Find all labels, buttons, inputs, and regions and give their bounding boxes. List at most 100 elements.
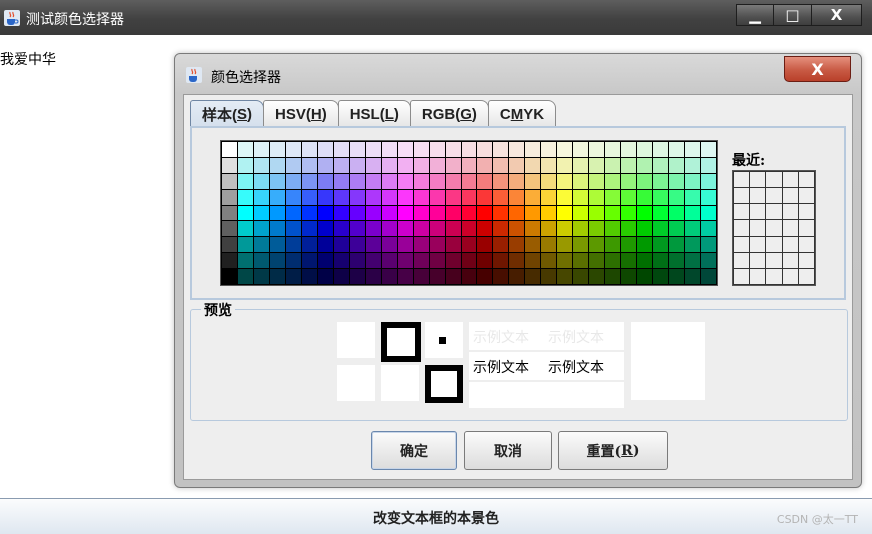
color-swatch[interactable] [461, 173, 477, 189]
color-swatch[interactable] [317, 173, 333, 189]
color-swatch[interactable] [653, 189, 669, 205]
color-swatch[interactable] [669, 237, 685, 253]
color-swatch[interactable] [222, 205, 237, 221]
color-swatch[interactable] [253, 142, 269, 157]
color-swatch[interactable] [445, 237, 461, 253]
color-swatch[interactable] [637, 221, 653, 237]
color-swatch[interactable] [301, 142, 317, 157]
color-swatch[interactable] [445, 173, 461, 189]
recent-swatch[interactable] [782, 204, 798, 220]
color-swatch[interactable] [429, 189, 445, 205]
color-swatch[interactable] [685, 221, 701, 237]
color-swatch[interactable] [222, 173, 237, 189]
color-swatch[interactable] [541, 205, 557, 221]
color-swatch[interactable] [477, 157, 493, 173]
color-swatch[interactable] [605, 157, 621, 173]
color-swatch[interactable] [701, 142, 716, 157]
color-swatch[interactable] [573, 221, 589, 237]
color-swatch[interactable] [605, 253, 621, 269]
color-swatch[interactable] [477, 269, 493, 284]
color-swatch[interactable] [397, 173, 413, 189]
color-swatch[interactable] [445, 221, 461, 237]
color-swatch[interactable] [413, 205, 429, 221]
color-swatch[interactable] [589, 205, 605, 221]
swatch-grid[interactable] [220, 140, 718, 286]
color-swatch[interactable] [573, 253, 589, 269]
color-swatch[interactable] [237, 221, 253, 237]
color-swatch[interactable] [653, 221, 669, 237]
color-swatch[interactable] [653, 253, 669, 269]
dialog-close-button[interactable]: X [784, 56, 851, 82]
color-swatch[interactable] [445, 269, 461, 284]
color-swatch[interactable] [397, 269, 413, 284]
recent-swatch[interactable] [750, 172, 766, 188]
close-button[interactable]: X [812, 4, 862, 26]
color-swatch[interactable] [222, 237, 237, 253]
color-swatch[interactable] [557, 253, 573, 269]
color-swatch[interactable] [509, 253, 525, 269]
color-swatch[interactable] [509, 221, 525, 237]
recent-swatch[interactable] [798, 172, 814, 188]
color-swatch[interactable] [269, 253, 285, 269]
color-swatch[interactable] [349, 221, 365, 237]
color-swatch[interactable] [445, 205, 461, 221]
color-swatch[interactable] [685, 237, 701, 253]
color-swatch[interactable] [413, 221, 429, 237]
color-swatch[interactable] [237, 173, 253, 189]
color-swatch[interactable] [461, 157, 477, 173]
color-swatch[interactable] [333, 157, 349, 173]
recent-swatch[interactable] [734, 220, 750, 236]
color-swatch[interactable] [685, 173, 701, 189]
color-swatch[interactable] [477, 205, 493, 221]
recent-swatch[interactable] [782, 252, 798, 268]
color-swatch[interactable] [621, 237, 637, 253]
color-swatch[interactable] [509, 142, 525, 157]
color-swatch[interactable] [381, 269, 397, 284]
color-swatch[interactable] [381, 189, 397, 205]
color-swatch[interactable] [477, 237, 493, 253]
tab-rgb[interactable]: RGB(G) [409, 100, 489, 127]
color-swatch[interactable] [573, 157, 589, 173]
color-swatch[interactable] [669, 173, 685, 189]
recent-swatch[interactable] [798, 220, 814, 236]
color-swatch[interactable] [285, 157, 301, 173]
color-swatch[interactable] [589, 157, 605, 173]
color-swatch[interactable] [493, 221, 509, 237]
color-swatch[interactable] [253, 221, 269, 237]
color-swatch[interactable] [333, 237, 349, 253]
color-swatch[interactable] [381, 205, 397, 221]
recent-swatch[interactable] [750, 204, 766, 220]
color-swatch[interactable] [525, 269, 541, 284]
recent-swatch[interactable] [766, 268, 782, 284]
color-swatch[interactable] [621, 269, 637, 284]
color-swatch[interactable] [317, 269, 333, 284]
color-swatch[interactable] [301, 173, 317, 189]
tab-swatches[interactable]: 样本(S) [190, 100, 265, 128]
color-swatch[interactable] [269, 189, 285, 205]
color-swatch[interactable] [333, 189, 349, 205]
reset-button[interactable]: 重置(R) [558, 431, 668, 470]
color-swatch[interactable] [269, 173, 285, 189]
color-swatch[interactable] [317, 237, 333, 253]
color-swatch[interactable] [429, 237, 445, 253]
color-swatch[interactable] [381, 142, 397, 157]
color-swatch[interactable] [557, 221, 573, 237]
color-swatch[interactable] [509, 157, 525, 173]
color-swatch[interactable] [429, 269, 445, 284]
color-swatch[interactable] [605, 269, 621, 284]
color-swatch[interactable] [477, 221, 493, 237]
color-swatch[interactable] [301, 253, 317, 269]
color-swatch[interactable] [653, 173, 669, 189]
color-swatch[interactable] [557, 173, 573, 189]
color-swatch[interactable] [573, 269, 589, 284]
recent-swatch-grid[interactable] [732, 170, 816, 286]
color-swatch[interactable] [413, 253, 429, 269]
recent-swatch[interactable] [782, 236, 798, 252]
color-swatch[interactable] [222, 221, 237, 237]
color-swatch[interactable] [525, 221, 541, 237]
color-swatch[interactable] [637, 253, 653, 269]
color-swatch[interactable] [637, 189, 653, 205]
color-swatch[interactable] [381, 253, 397, 269]
color-swatch[interactable] [397, 253, 413, 269]
color-swatch[interactable] [541, 269, 557, 284]
